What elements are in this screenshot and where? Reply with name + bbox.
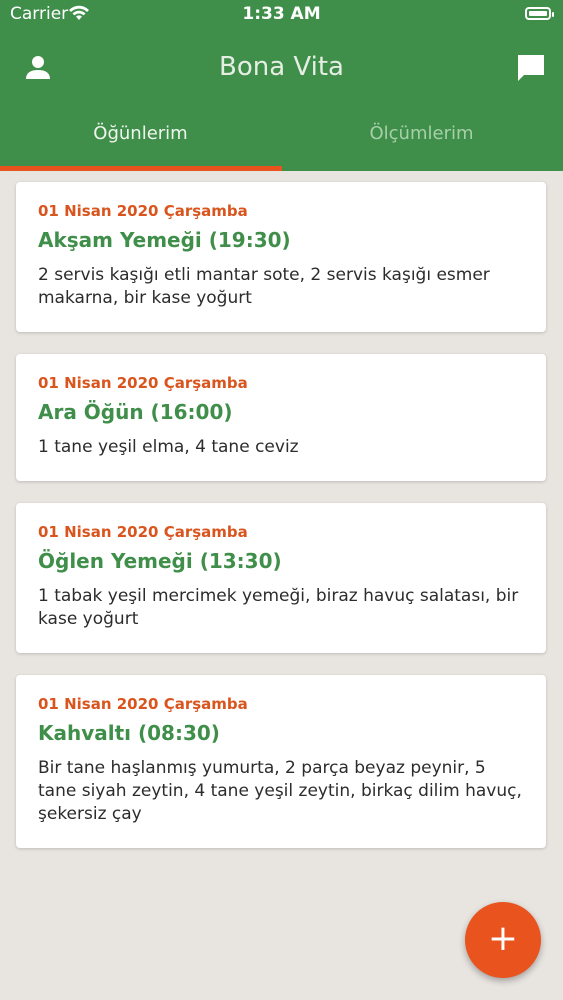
meal-card[interactable]: 01 Nisan 2020 Çarşamba Ara Öğün (16:00) … [16,354,546,481]
app-title: Bona Vita [219,52,344,82]
meal-description: 2 servis kaşığı etli mantar sote, 2 serv… [38,265,490,308]
meal-description: 1 tane yeşil elma, 4 tane ceviz [38,437,299,457]
app-bar: Bona Vita [0,40,563,96]
meal-description: 1 tabak yeşil mercimek yemeği, biraz hav… [38,586,519,629]
meal-card[interactable]: 01 Nisan 2020 Çarşamba Kahvaltı (08:30) … [16,675,546,848]
meal-title: Akşam Yemeği (19:30) [38,228,291,252]
tab-meals[interactable]: Öğünlerim [0,110,281,171]
meal-card[interactable]: 01 Nisan 2020 Çarşamba Akşam Yemeği (19:… [16,182,546,332]
chat-bubble-icon[interactable] [515,52,547,84]
tab-bar: Öğünlerim Ölçümlerim [0,110,563,171]
add-meal-button[interactable]: + [465,902,541,978]
meal-date: 01 Nisan 2020 Çarşamba [38,695,248,713]
tab-measurements[interactable]: Ölçümlerim [281,110,562,171]
status-bar: Carrier 1:33 AM [0,0,563,30]
plus-icon: + [487,918,519,959]
meal-list: 01 Nisan 2020 Çarşamba Akşam Yemeği (19:… [16,182,546,870]
meal-title: Öğlen Yemeği (13:30) [38,549,282,573]
meal-description: Bir tane haşlanmış yumurta, 2 parça beya… [38,758,522,824]
meal-card[interactable]: 01 Nisan 2020 Çarşamba Öğlen Yemeği (13:… [16,503,546,653]
battery-icon [525,7,554,20]
meal-date: 01 Nisan 2020 Çarşamba [38,523,248,541]
meal-title: Ara Öğün (16:00) [38,400,233,424]
app-header: Carrier 1:33 AM Bona Vita Öğünlerim Ölçü… [0,0,563,171]
meal-title: Kahvaltı (08:30) [38,721,220,745]
tab-indicator [0,166,282,171]
status-time: 1:33 AM [242,4,321,24]
meal-date: 01 Nisan 2020 Çarşamba [38,202,248,220]
meal-date: 01 Nisan 2020 Çarşamba [38,374,248,392]
